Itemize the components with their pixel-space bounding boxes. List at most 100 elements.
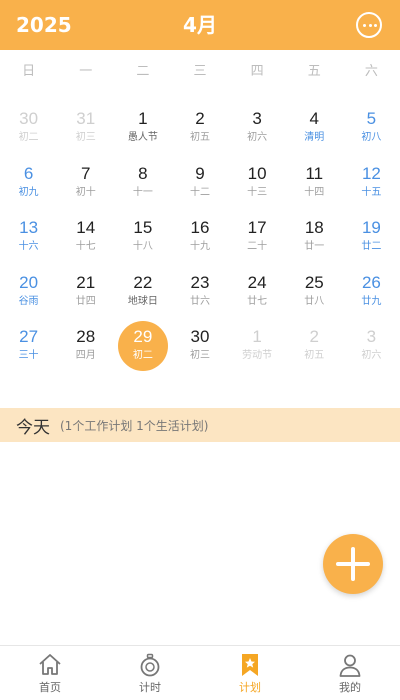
lunar-date: 十五 [361,186,382,198]
lunar-date: 十三 [247,186,268,198]
day-number: 7 [80,163,91,183]
day-number: 26 [361,272,381,292]
day-cell[interactable]: 20 谷雨 [0,267,57,322]
plus-icon [351,547,355,581]
day-number: 13 [19,218,39,237]
day-number: 28 [76,327,96,346]
day-cell[interactable]: 4 清明 [286,103,343,158]
day-cell[interactable]: 22 地球日 [114,267,171,322]
more-icon [363,24,366,27]
lunar-date: 谷雨 [18,295,39,307]
lunar-date: 廿七 [247,295,268,307]
day-number: 15 [133,218,153,237]
home-icon [39,654,61,675]
lunar-date: 初五 [304,350,325,361]
lunar-date: 初三 [189,350,210,361]
lunar-date: 初五 [189,132,210,143]
day-cell[interactable]: 1 劳动节 [229,321,286,376]
day-cell[interactable]: 10 十三 [229,158,286,213]
day-number: 3 [366,327,377,346]
tab-mine-label: 我的 [339,681,361,694]
day-cell[interactable]: 7 初十 [57,158,114,213]
day-cell[interactable]: 26 廿九 [343,267,400,322]
day-cell[interactable]: 30 初二 [0,103,57,158]
weekday-label: 一 [79,64,93,79]
day-cell[interactable]: 12 十五 [343,158,400,213]
day-number: 19 [361,218,381,237]
day-number: 30 [19,109,39,128]
lunar-date: 廿八 [304,295,325,307]
lunar-date: 清明 [304,132,325,143]
day-cell-today[interactable]: 29 初二 [114,321,171,376]
day-cell[interactable]: 8 十一 [114,158,171,213]
bottom-tab-bar: 首页 计时 计划 我的 [0,645,400,700]
day-number: 29 [133,327,153,346]
day-cell[interactable]: 23 廿六 [171,267,228,322]
day-cell[interactable]: 28 四月 [57,321,114,376]
add-plan-button[interactable] [323,534,383,594]
day-number: 9 [195,163,205,183]
day-cell[interactable]: 18 廿一 [286,212,343,267]
tab-mine[interactable]: 我的 [300,646,400,700]
day-cell[interactable]: 15 十八 [114,212,171,267]
app-header: 2025 4月 [0,0,400,50]
day-cell[interactable]: 13 十六 [0,212,57,267]
day-cell[interactable]: 19 廿二 [343,212,400,267]
day-number: 25 [304,272,324,292]
weekday-label: 日 [22,64,36,79]
day-cell[interactable]: 27 三十 [0,321,57,376]
day-cell[interactable]: 5 初八 [343,103,400,158]
day-cell[interactable]: 9 十二 [171,158,228,213]
lunar-date: 四月 [75,350,96,361]
tab-plan[interactable]: 计划 [200,646,300,700]
today-plan-count: (1个工作计划 1个生活计划) [60,418,209,433]
weekday-label: 五 [307,64,321,79]
day-cell[interactable]: 14 十七 [57,212,114,267]
weekday-header: 日 一 二 三 四 五 六 [0,56,400,88]
more-options-button[interactable] [356,12,382,38]
day-number: 14 [76,218,96,237]
day-cell[interactable]: 1 愚人节 [114,103,171,158]
day-cell[interactable]: 21 廿四 [57,267,114,322]
lunar-date: 十七 [75,241,96,252]
lunar-date: 十八 [132,241,153,252]
day-cell[interactable]: 25 廿八 [286,267,343,322]
day-cell[interactable]: 11 十四 [286,158,343,213]
day-cell[interactable]: 3 初六 [229,103,286,158]
day-number: 12 [361,163,381,183]
lunar-date: 初二 [18,132,39,143]
year-label[interactable]: 2025 [16,0,72,50]
tab-home[interactable]: 首页 [0,646,100,700]
lunar-date: 十一 [132,186,153,198]
day-cell[interactable]: 2 初五 [286,321,343,376]
lunar-date: 初十 [75,186,96,198]
day-cell[interactable]: 17 二十 [229,212,286,267]
day-number: 27 [19,327,39,346]
lunar-date: 劳动节 [242,350,273,361]
lunar-date: 初九 [18,186,39,198]
lunar-date: 初六 [247,132,268,143]
day-cell[interactable]: 24 廿七 [229,267,286,322]
tab-timer-label: 计时 [139,681,161,694]
day-cell[interactable]: 30 初三 [171,321,228,376]
tab-timer[interactable]: 计时 [100,646,200,700]
day-cell[interactable]: 16 十九 [171,212,228,267]
day-number: 18 [304,218,324,237]
day-number: 5 [366,109,377,128]
day-number: 30 [190,327,210,346]
day-cell[interactable]: 3 初六 [343,321,400,376]
day-number: 1 [252,327,262,346]
lunar-date: 廿九 [361,295,382,307]
day-number: 8 [138,163,148,183]
day-cell[interactable]: 6 初九 [0,158,57,213]
lunar-date: 十六 [18,241,39,252]
day-number: 24 [247,272,267,292]
day-number: 20 [19,272,39,292]
day-number: 16 [190,218,210,237]
today-plans-bar[interactable]: 今天 (1个工作计划 1个生活计划) [0,408,400,442]
day-cell[interactable]: 31 初三 [57,103,114,158]
weekday-label: 三 [193,64,207,79]
lunar-date: 廿一 [304,241,325,252]
day-number: 2 [309,327,319,346]
day-cell[interactable]: 2 初五 [171,103,228,158]
